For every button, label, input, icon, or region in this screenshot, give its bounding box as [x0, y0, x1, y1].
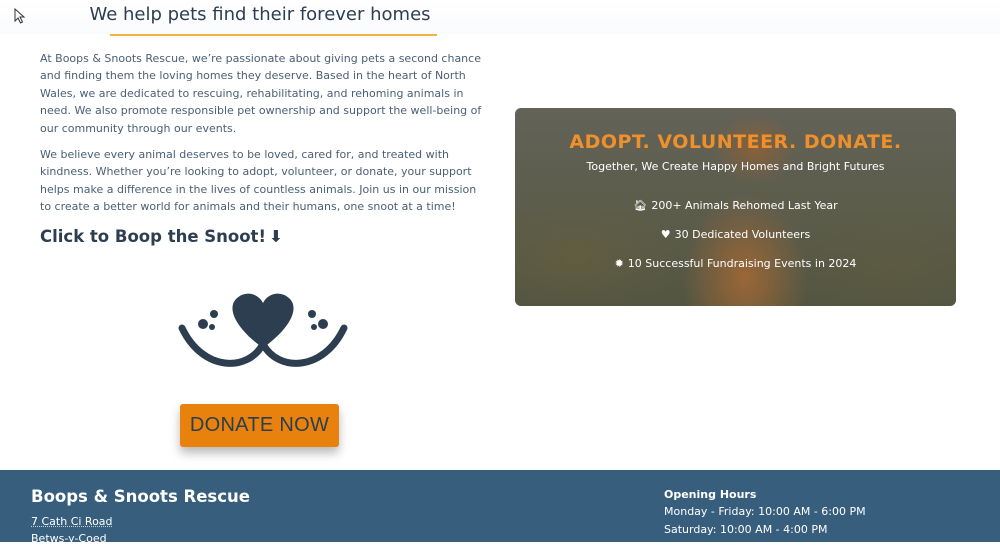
- address-line-2-link[interactable]: Betws-y-Coed: [31, 532, 107, 545]
- opening-hours-title: Opening Hours: [664, 488, 757, 501]
- heart-icon: ♥: [660, 228, 671, 241]
- address-line-1-link[interactable]: 7 Cath Ci Road: [31, 515, 113, 528]
- stat-text: 30 Dedicated Volunteers: [674, 228, 811, 241]
- stat-volunteers: ♥ 30 Dedicated Volunteers: [515, 228, 956, 241]
- promo-banner: ADOPT. VOLUNTEER. DONATE. Together, We C…: [515, 108, 956, 306]
- gear-icon: ✹: [614, 257, 624, 270]
- hours-saturday: Saturday: 10:00 AM - 4:00 PM: [664, 523, 828, 536]
- boop-heading: Click to Boop the Snoot! ⬇: [40, 227, 283, 246]
- promo-heading: ADOPT. VOLUNTEER. DONATE.: [569, 131, 902, 153]
- stat-animals-rehomed: 🏠︎ 200+ Animals Rehomed Last Year: [515, 199, 956, 212]
- stat-text: 200+ Animals Rehomed Last Year: [651, 199, 838, 212]
- mission-paragraph: We believe every animal deserves to be l…: [40, 148, 477, 214]
- house-icon: 🏠︎: [633, 199, 648, 212]
- footer-brand: Boops & Snoots Rescue: [31, 487, 250, 506]
- hours-weekday: Monday - Friday: 10:00 AM - 6:00 PM: [664, 505, 866, 518]
- intro-paragraph: At Boops & Snoots Rescue, we’re passiona…: [40, 52, 482, 135]
- snoot-nose-icon[interactable]: [178, 290, 348, 370]
- title-underline: [110, 34, 437, 36]
- arrow-down-icon: ⬇: [268, 227, 283, 246]
- page-title: We help pets find their forever homes: [89, 4, 431, 25]
- promo-subheading: Together, We Create Happy Homes and Brig…: [586, 160, 885, 173]
- stat-fundraising-events: ✹ 10 Successful Fundraising Events in 202…: [515, 257, 956, 270]
- donate-button[interactable]: DONATE NOW: [180, 404, 339, 447]
- site-footer: Boops & Snoots Rescue 7 Cath Ci Road Bet…: [0, 470, 1000, 545]
- stat-text: 10 Successful Fundraising Events in 2024: [627, 257, 857, 270]
- boop-label: Click to Boop the Snoot!: [40, 227, 266, 246]
